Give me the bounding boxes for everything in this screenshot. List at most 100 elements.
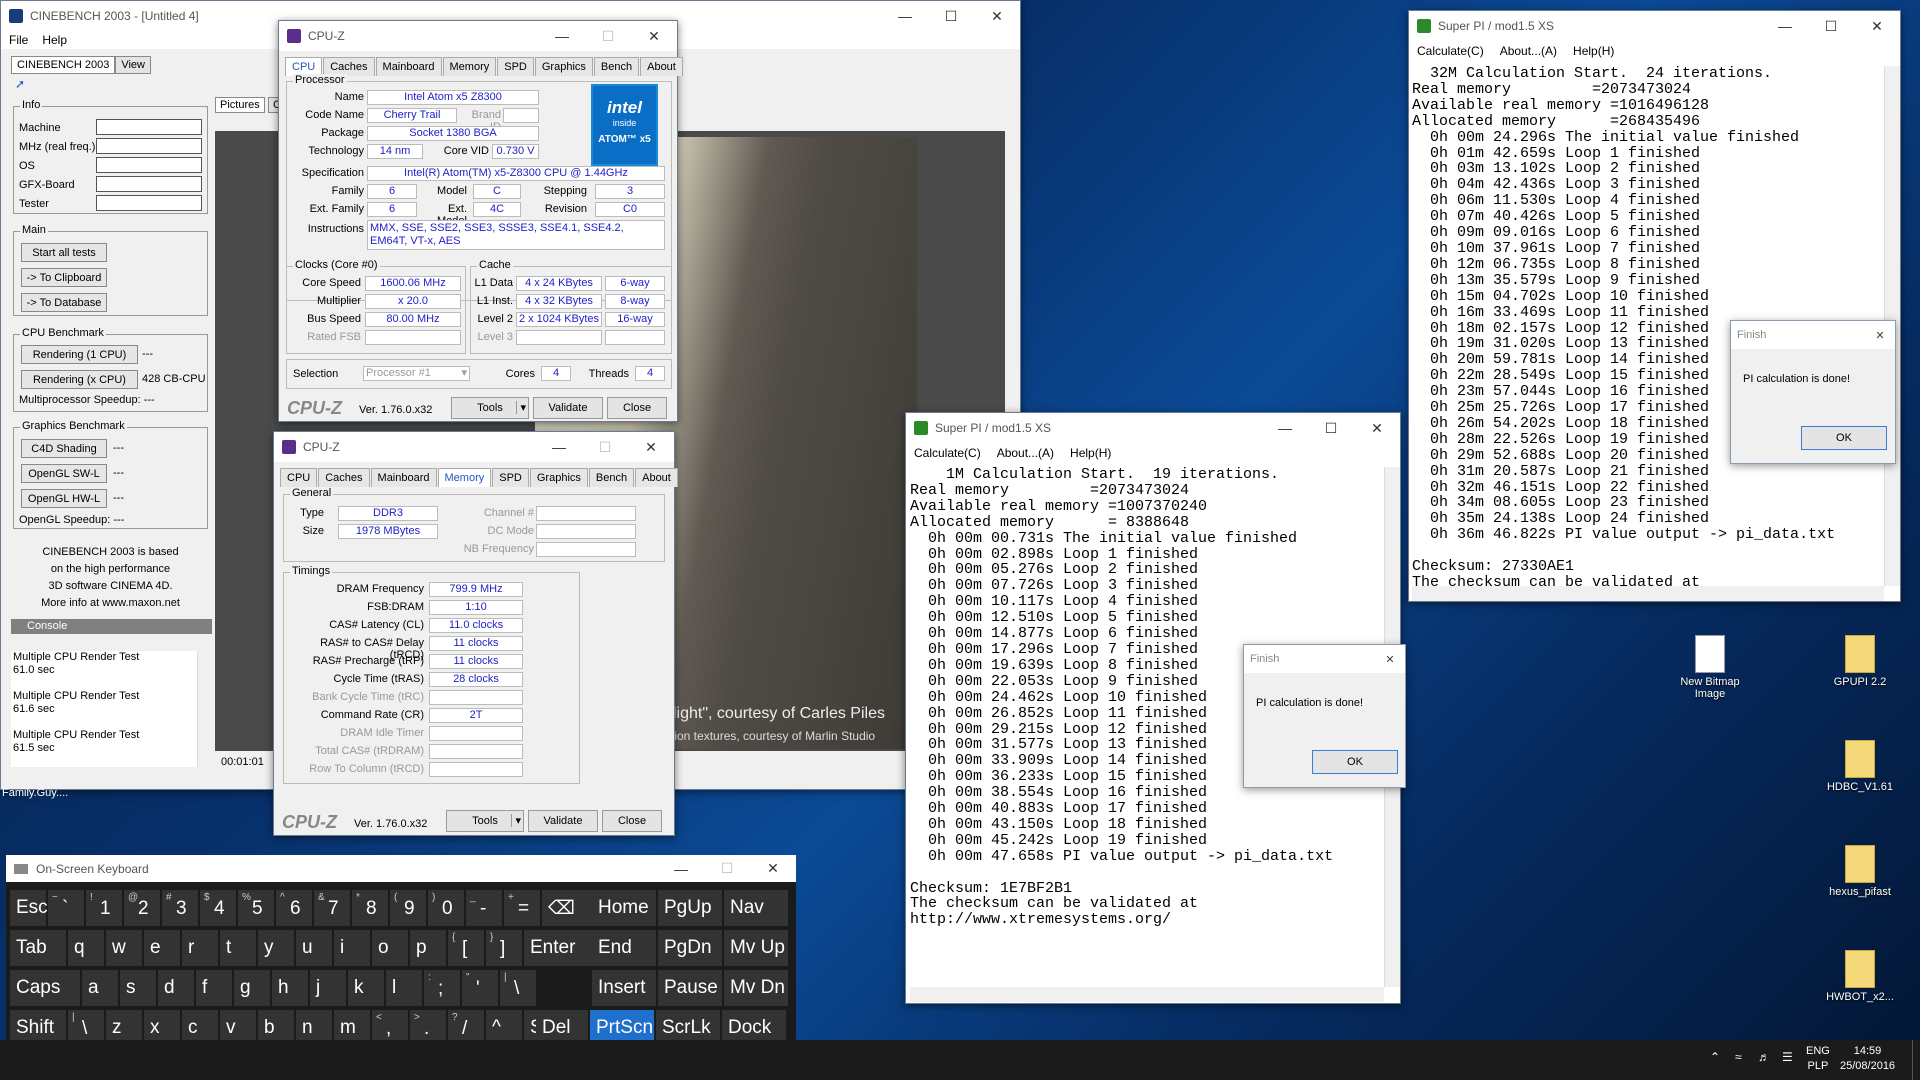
ok-button[interactable]: OK xyxy=(1801,426,1887,450)
osk-nav-key[interactable]: Pause xyxy=(658,970,722,1006)
os-field[interactable] xyxy=(96,157,202,173)
c4d-shading-button[interactable]: C4D Shading xyxy=(21,439,107,458)
osk-key[interactable]: #3 xyxy=(162,890,198,926)
menu-help[interactable]: Help(H) xyxy=(1070,446,1111,460)
clock[interactable]: 14:59 25/08/2016 xyxy=(1840,1044,1895,1074)
language-indicator[interactable]: ENG PLP xyxy=(1806,1044,1830,1074)
superpi-1m-hscroll[interactable] xyxy=(910,987,1384,1002)
osk-key[interactable]: w xyxy=(106,930,142,966)
superpi-32m-titlebar[interactable]: Super PI / mod1.5 XS — ☐ ✕ xyxy=(1409,11,1900,41)
tab-memory[interactable]: Memory xyxy=(442,57,497,76)
tools-button[interactable]: Tools ▾ xyxy=(451,397,529,419)
osk-key[interactable]: ) 0 xyxy=(428,890,464,926)
osk-nav-key[interactable]: Home xyxy=(592,890,656,926)
menu-help[interactable]: Help(H) xyxy=(1573,44,1614,58)
validate-button[interactable]: Validate xyxy=(533,397,603,419)
osk-key[interactable]: {[ xyxy=(448,930,484,966)
osk-key[interactable]: ~ ` xyxy=(48,890,84,926)
opengl-hwl-button[interactable]: OpenGL HW-L xyxy=(21,489,107,508)
tab-spd[interactable]: SPD xyxy=(497,57,534,76)
tab-cpu[interactable]: CPU xyxy=(280,468,318,487)
close-icon[interactable]: ✕ xyxy=(631,21,677,51)
osk-key[interactable]: Tab xyxy=(10,930,66,966)
maximize-icon[interactable]: ☐ xyxy=(928,1,974,31)
maximize-icon[interactable]: ☐ xyxy=(582,432,628,462)
pictures-tab[interactable]: Pictures xyxy=(215,97,265,113)
desktop-icon-hdbc[interactable]: HDBC_V1.61 xyxy=(1815,740,1905,793)
osk-key[interactable]: r xyxy=(182,930,218,966)
menu-file[interactable]: File xyxy=(9,33,28,47)
tab-caches[interactable]: Caches xyxy=(318,468,370,487)
maximize-icon[interactable]: ☐ xyxy=(704,854,750,884)
osk-nav-key[interactable]: Insert xyxy=(592,970,656,1006)
finish-dialog-titlebar[interactable]: Finish ✕ xyxy=(1244,645,1405,673)
machine-field[interactable] xyxy=(96,119,202,135)
tab-view[interactable]: View xyxy=(115,56,151,74)
close-icon[interactable]: ✕ xyxy=(974,1,1020,31)
network-icon[interactable]: ≈ xyxy=(1735,1050,1742,1064)
ok-button[interactable]: OK xyxy=(1312,750,1398,774)
tab-cinebench[interactable]: CINEBENCH 2003 xyxy=(11,56,116,74)
osk-key[interactable]: j xyxy=(310,970,346,1006)
rendering-1cpu-button[interactable]: Rendering (1 CPU) xyxy=(21,345,138,364)
pin-icon[interactable]: ➚ xyxy=(15,77,25,91)
osk-key[interactable]: & 7 xyxy=(314,890,350,926)
minimize-icon[interactable]: — xyxy=(1262,413,1308,443)
minimize-icon[interactable]: — xyxy=(1762,11,1808,41)
close-icon[interactable]: ✕ xyxy=(628,432,674,462)
cpuz-memory-titlebar[interactable]: CPU-Z — ☐ ✕ xyxy=(274,432,674,462)
osk-key[interactable]: q xyxy=(68,930,104,966)
osk-key[interactable]: t xyxy=(220,930,256,966)
osk-key[interactable]: o xyxy=(372,930,408,966)
superpi-1m-titlebar[interactable]: Super PI / mod1.5 XS — ☐ ✕ xyxy=(906,413,1400,443)
osk-key[interactable]: | \ xyxy=(500,970,536,1006)
tester-field[interactable] xyxy=(96,195,202,211)
osk-key[interactable]: Esc xyxy=(10,890,48,926)
close-icon[interactable]: ✕ xyxy=(1865,329,1895,342)
menu-about[interactable]: About...(A) xyxy=(1500,44,1557,58)
menu-calculate[interactable]: Calculate(C) xyxy=(1417,44,1484,58)
osk-key[interactable]: u xyxy=(296,930,332,966)
osk-key[interactable]: Caps xyxy=(10,970,80,1006)
osk-nav-key[interactable]: PgDn xyxy=(658,930,722,966)
osk-key[interactable]: g xyxy=(234,970,270,1006)
osk-key[interactable]: y xyxy=(258,930,294,966)
close-button[interactable]: Close xyxy=(607,397,667,419)
close-icon[interactable]: ✕ xyxy=(750,854,796,884)
maximize-icon[interactable]: ☐ xyxy=(585,21,631,51)
close-icon[interactable]: ✕ xyxy=(1375,653,1405,666)
tab-mainboard[interactable]: Mainboard xyxy=(370,468,437,487)
minimize-icon[interactable]: — xyxy=(539,21,585,51)
cpuz-cpu-titlebar[interactable]: CPU-Z — ☐ ✕ xyxy=(279,21,677,51)
osk-key[interactable]: _ - xyxy=(466,890,502,926)
osk-key[interactable]: }] xyxy=(486,930,522,966)
osk-titlebar[interactable]: On-Screen Keyboard — ☐ ✕ xyxy=(6,855,796,882)
osk-key[interactable]: e xyxy=(144,930,180,966)
osk-key[interactable]: $4 xyxy=(200,890,236,926)
minimize-icon[interactable]: — xyxy=(882,1,928,31)
osk-nav-key[interactable]: PgUp xyxy=(658,890,722,926)
finish-dialog-titlebar[interactable]: Finish ✕ xyxy=(1731,321,1895,349)
osk-key[interactable]: i xyxy=(334,930,370,966)
osk-nav-key[interactable]: Mv Dn xyxy=(724,970,788,1006)
maximize-icon[interactable]: ☐ xyxy=(1308,413,1354,443)
osk-nav-key[interactable]: Nav xyxy=(724,890,788,926)
osk-key[interactable]: * 8 xyxy=(352,890,388,926)
maximize-icon[interactable]: ☐ xyxy=(1808,11,1854,41)
mhz-field[interactable] xyxy=(96,138,202,154)
osk-key[interactable]: ^ 6 xyxy=(276,890,312,926)
osk-nav-key[interactable]: End xyxy=(592,930,656,966)
validate-button[interactable]: Validate xyxy=(528,810,598,832)
desktop-icon-new-bitmap[interactable]: New Bitmap Image xyxy=(1665,635,1755,700)
superpi-32m-hscroll[interactable] xyxy=(1412,586,1884,601)
minimize-icon[interactable]: — xyxy=(536,432,582,462)
to-database-button[interactable]: -> To Database xyxy=(21,293,107,312)
tab-graphics[interactable]: Graphics xyxy=(529,468,588,487)
osk-key[interactable]: ! 1 xyxy=(86,890,122,926)
tab-mainboard[interactable]: Mainboard xyxy=(375,57,442,76)
close-icon[interactable]: ✕ xyxy=(1854,11,1900,41)
desktop-icon-gpupi[interactable]: GPUPI 2.2 xyxy=(1815,635,1905,688)
to-clipboard-button[interactable]: -> To Clipboard xyxy=(21,268,107,287)
osk-key[interactable]: k xyxy=(348,970,384,1006)
opengl-swl-button[interactable]: OpenGL SW-L xyxy=(21,464,107,483)
